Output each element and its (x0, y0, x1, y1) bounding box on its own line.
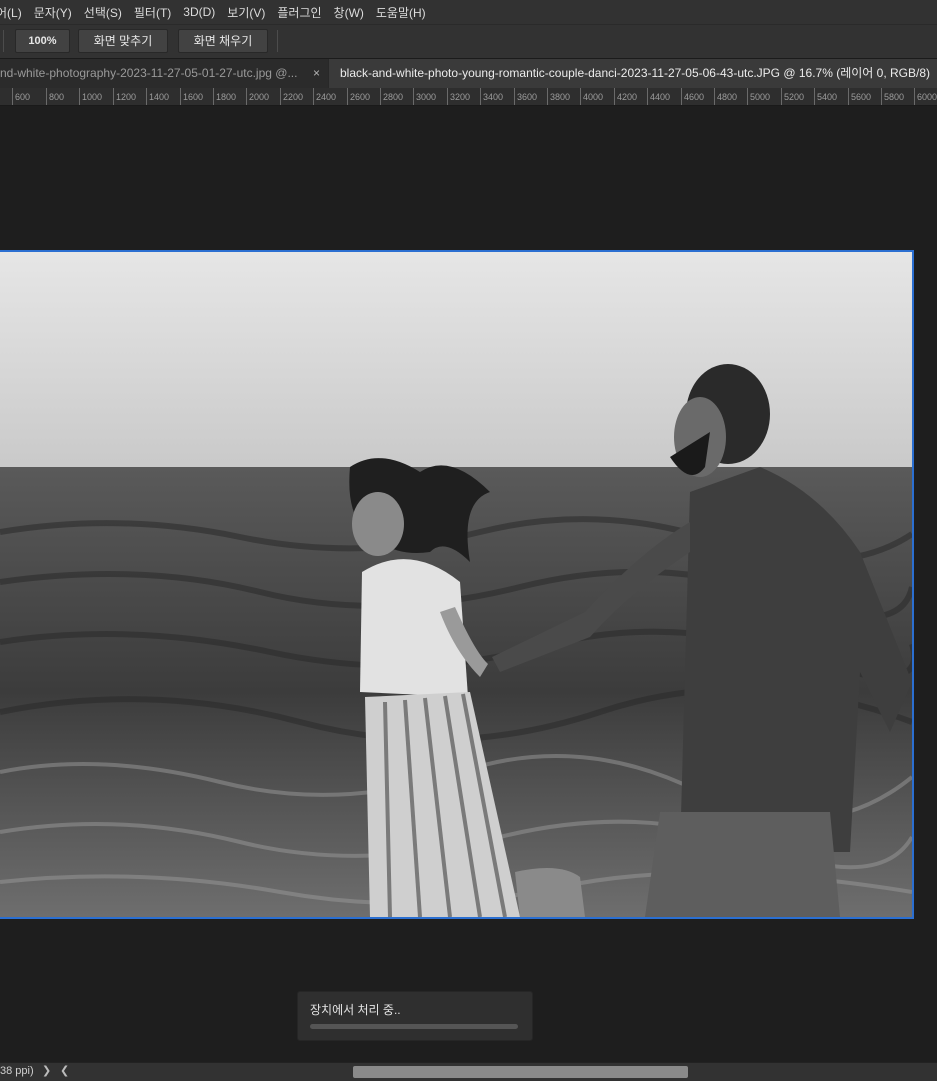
ruler-label: 5800 (881, 88, 904, 105)
ruler-label: 4400 (647, 88, 670, 105)
document-image[interactable] (0, 250, 914, 919)
menu-select[interactable]: 선택(S) (84, 4, 122, 21)
ruler-label: 1000 (79, 88, 102, 105)
ruler-label: 6000 (914, 88, 937, 105)
options-divider (3, 30, 4, 52)
ruler-label: 3600 (514, 88, 537, 105)
progress-track (310, 1024, 518, 1029)
status-bar: 38 ppi) ❯ ❮ (0, 1062, 937, 1081)
options-divider (277, 30, 278, 52)
menu-3d[interactable]: 3D(D) (183, 5, 215, 19)
menu-view[interactable]: 보기(V) (227, 4, 265, 21)
document-tab-inactive[interactable]: nd-white-photography-2023-11-27-05-01-27… (0, 59, 328, 88)
menu-layer[interactable]: 어(L) (0, 4, 22, 21)
menu-filter[interactable]: 필터(T) (134, 4, 171, 21)
ruler-label: 3400 (480, 88, 503, 105)
chevron-right-icon[interactable]: ❯ (42, 1064, 51, 1077)
ruler-label: 1400 (146, 88, 169, 105)
document-tab-title: nd-white-photography-2023-11-27-05-01-27… (0, 66, 298, 80)
menu-bar: 어(L) 문자(Y) 선택(S) 필터(T) 3D(D) 보기(V) 플러그인 … (0, 0, 937, 25)
menu-help[interactable]: 도움말(H) (376, 4, 426, 21)
ruler-label: 3800 (547, 88, 570, 105)
menu-type[interactable]: 문자(Y) (34, 4, 72, 21)
horizontal-scrollbar-thumb[interactable] (353, 1066, 688, 1078)
processing-dialog: 장치에서 처리 중.. (297, 991, 533, 1041)
ruler-label: 5600 (848, 88, 871, 105)
menu-plugins[interactable]: 플러그인 (277, 4, 321, 21)
menu-window[interactable]: 창(W) (334, 4, 364, 21)
ruler-label: 2200 (280, 88, 303, 105)
ruler-label: 5400 (814, 88, 837, 105)
horizontal-ruler[interactable]: 600 800 1000 1200 1400 1600 1800 2000 22… (0, 88, 937, 106)
ruler-label: 2000 (246, 88, 269, 105)
ruler-label: 600 (12, 88, 30, 105)
ruler-label: 4000 (580, 88, 603, 105)
processing-label: 장치에서 처리 중.. (310, 1003, 401, 1017)
close-icon[interactable]: × (313, 59, 320, 88)
ruler-label: 4600 (681, 88, 704, 105)
ruler-label: 4200 (614, 88, 637, 105)
options-bar: 100% 화면 맞추기 화면 채우기 (0, 25, 937, 59)
ruler-label: 2600 (347, 88, 370, 105)
ruler-label: 800 (46, 88, 64, 105)
document-tab-title: black-and-white-photo-young-romantic-cou… (340, 66, 931, 80)
ruler-label: 4800 (714, 88, 737, 105)
ruler-label: 5200 (781, 88, 804, 105)
ruler-label: 1200 (113, 88, 136, 105)
ruler-label: 5000 (747, 88, 770, 105)
document-tab-active[interactable]: black-and-white-photo-young-romantic-cou… (329, 59, 937, 88)
fit-screen-button[interactable]: 화면 맞추기 (78, 29, 168, 53)
chevron-left-icon[interactable]: ❮ (60, 1064, 69, 1077)
document-info[interactable]: 38 ppi) (0, 1065, 34, 1077)
beach-couple-photo (0, 252, 912, 917)
ruler-label: 2800 (380, 88, 403, 105)
document-tabs: nd-white-photography-2023-11-27-05-01-27… (0, 59, 937, 88)
ruler-label: 1800 (213, 88, 236, 105)
ruler-label: 1600 (180, 88, 203, 105)
ruler-label: 2400 (313, 88, 336, 105)
ruler-label: 3000 (413, 88, 436, 105)
zoom-100-button[interactable]: 100% (15, 29, 70, 53)
fill-screen-button[interactable]: 화면 채우기 (178, 29, 268, 53)
ruler-label: 3200 (447, 88, 470, 105)
